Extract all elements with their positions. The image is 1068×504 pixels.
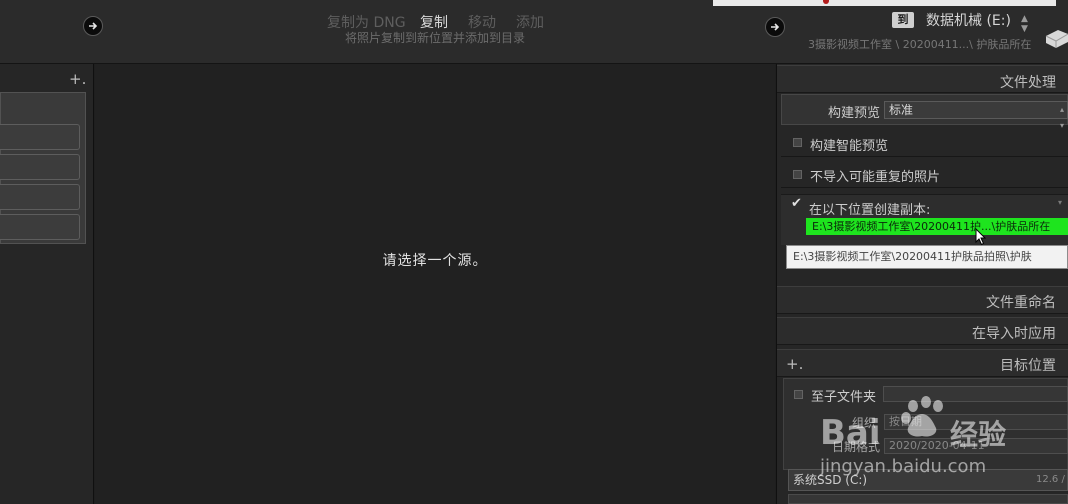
source-item[interactable] — [0, 154, 80, 180]
build-previews-label: 构建预览 — [828, 106, 881, 121]
source-item[interactable] — [0, 184, 80, 210]
source-item[interactable] — [0, 214, 80, 240]
add-source-icon[interactable]: +. — [69, 70, 86, 88]
copy-to-checkbox-checked-icon[interactable]: ✔ — [791, 196, 802, 211]
copy-to-dropdown-icon[interactable]: ▾ — [1058, 198, 1062, 207]
red-indicator — [823, 0, 829, 4]
smart-preview-label: 构建智能预览 — [810, 139, 889, 154]
file-renaming-header[interactable]: 文件重命名 — [777, 286, 1068, 314]
photo-grid-area — [95, 64, 775, 504]
destination-badge: 到 — [892, 12, 914, 28]
svg-text:经验: 经验 — [950, 418, 1006, 451]
mouse-cursor-icon — [975, 227, 987, 250]
destination-title: 目标位置 — [1000, 358, 1056, 374]
destination-path: 3摄影视频工作室 \ 20200411...\ 护肤品所在 — [808, 38, 1032, 51]
file-renaming-title: 文件重命名 — [986, 295, 1056, 311]
file-handling-title: 文件处理 — [1000, 75, 1056, 91]
destination-drive-label[interactable]: 数据机械 (E:) — [926, 10, 1011, 30]
no-duplicates-label: 不导入可能重复的照片 — [810, 170, 941, 185]
source-arrow-icon[interactable] — [83, 16, 103, 36]
into-subfolder-checkbox[interactable] — [794, 390, 803, 399]
volume-size: 12.6 / — [1036, 474, 1065, 485]
apply-during-import-header[interactable]: 在导入时应用 — [777, 317, 1068, 345]
no-duplicates-row[interactable]: 不导入可能重复的照片 — [781, 159, 1068, 188]
copy-to-path-field[interactable]: E:\3摄影视频工作室\20200411护...\护肤品所在 — [806, 218, 1068, 235]
volume-row[interactable] — [788, 494, 1068, 504]
source-item[interactable] — [0, 124, 80, 150]
smart-preview-row[interactable]: 构建智能预览 — [781, 128, 1068, 157]
destination-arrow-icon[interactable] — [765, 17, 785, 37]
smart-preview-checkbox[interactable] — [793, 138, 802, 147]
copy-to-label: 在以下位置创建副本: — [809, 203, 931, 218]
window-top-strip — [713, 0, 1056, 6]
svg-text:Bai: Bai — [820, 413, 881, 453]
destination-header[interactable]: 目标位置 — [777, 349, 1068, 377]
hard-drive-icon — [1044, 22, 1068, 48]
mode-description: 将照片复制到新位置并添加到目录 — [344, 31, 525, 45]
select-source-message: 请选择一个源。 — [382, 253, 488, 269]
path-tooltip: E:\3摄影视频工作室\20200411护肤品拍照\护肤 — [786, 245, 1068, 269]
file-handling-header[interactable]: 文件处理 — [777, 65, 1068, 93]
apply-during-import-title: 在导入时应用 — [972, 326, 1056, 342]
no-duplicates-checkbox[interactable] — [793, 170, 802, 179]
svg-text:jingyan.baidu.com: jingyan.baidu.com — [819, 456, 986, 477]
build-previews-value: 标准 — [889, 103, 914, 117]
drive-dropdown-icon[interactable]: ▲ ▼ — [1021, 14, 1028, 34]
baidu-jingyan-watermark-logo: Bai 经验 jingyan.baidu.com — [818, 392, 1018, 492]
add-destination-icon[interactable]: +. — [786, 355, 803, 373]
build-previews-select[interactable]: 标准 ▴ ▾ — [884, 101, 1068, 130]
